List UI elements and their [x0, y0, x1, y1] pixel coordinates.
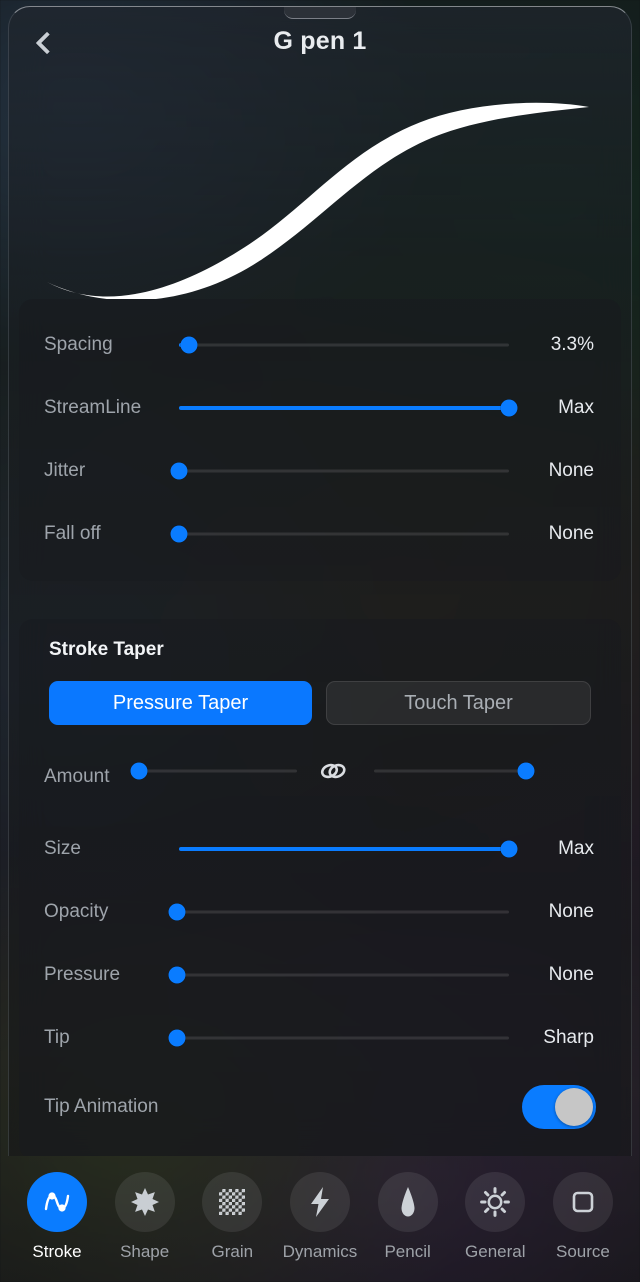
- sheet-notch: [284, 7, 356, 19]
- slider-track: [179, 532, 509, 535]
- burst-star-icon: [114, 1172, 175, 1232]
- jitter-slider[interactable]: [170, 460, 509, 482]
- tab-pressure-taper[interactable]: Pressure Taper: [49, 681, 312, 725]
- tab-source[interactable]: Source: [544, 1172, 622, 1262]
- slider-value: None: [548, 900, 594, 922]
- slider-track: [374, 769, 526, 773]
- size-slider[interactable]: [179, 838, 518, 860]
- amount-end-slider[interactable]: [374, 760, 535, 782]
- tab-label: Pencil: [384, 1242, 431, 1261]
- slider-value: Sharp: [543, 1026, 594, 1048]
- slider-label: Fall off: [44, 522, 101, 544]
- gear-icon: [465, 1172, 526, 1232]
- spacing-slider[interactable]: [179, 334, 509, 356]
- link-chain-icon[interactable]: [315, 757, 351, 785]
- slider-track: [139, 769, 297, 773]
- slider-row-size: Size Max: [19, 817, 621, 880]
- slider-row-spacing: Spacing 3.3%: [19, 313, 621, 376]
- slider-knob[interactable]: [130, 762, 148, 780]
- section-heading: Stroke Taper: [49, 639, 164, 660]
- tip-slider[interactable]: [168, 1027, 509, 1049]
- stroke-taper-card: Stroke Taper Pressure Taper Touch Taper …: [19, 619, 621, 1156]
- pressure-slider[interactable]: [168, 964, 509, 986]
- slider-track: [177, 973, 509, 976]
- taper-mode-segmented-control: Pressure Taper Touch Taper: [49, 681, 591, 725]
- slider-row-opacity: Opacity None: [19, 880, 621, 943]
- slider-label: Opacity: [44, 900, 109, 922]
- brush-settings-screen: G pen 1 Spacing 3.3% StreamLine Max Jitt…: [0, 0, 640, 1282]
- slider-label: Spacing: [44, 333, 113, 355]
- tab-stroke[interactable]: Stroke: [18, 1172, 96, 1262]
- tab-touch-taper[interactable]: Touch Taper: [326, 681, 591, 725]
- slider-knob[interactable]: [168, 966, 186, 983]
- slider-knob[interactable]: [500, 399, 518, 416]
- stroke-preview-svg: [47, 102, 589, 299]
- amount-start-slider[interactable]: [130, 760, 297, 782]
- slider-track: [179, 343, 509, 346]
- tab-pencil[interactable]: Pencil: [369, 1172, 447, 1262]
- slider-row-falloff: Fall off None: [19, 502, 621, 565]
- slider-value: Max: [558, 837, 594, 859]
- stroke-path: [47, 102, 589, 299]
- slider-label: Jitter: [44, 459, 86, 481]
- slider-value: None: [548, 963, 594, 985]
- slider-value: Max: [558, 396, 594, 418]
- slider-knob[interactable]: [517, 762, 535, 780]
- opacity-slider[interactable]: [168, 901, 509, 923]
- slider-track: [179, 469, 509, 472]
- tab-label: Source: [556, 1242, 610, 1261]
- slider-track: [177, 1036, 509, 1039]
- square-outline-icon: [552, 1172, 613, 1232]
- slider-knob[interactable]: [168, 1029, 186, 1046]
- tip-animation-toggle[interactable]: [522, 1085, 596, 1129]
- slider-row-streamline: StreamLine Max: [19, 376, 621, 439]
- slider-fill: [179, 846, 509, 851]
- slider-track: [177, 910, 509, 913]
- tip-animation-label: Tip Animation: [44, 1096, 159, 1117]
- falloff-slider[interactable]: [170, 523, 509, 545]
- tip-animation-row: Tip Animation: [19, 1069, 621, 1145]
- checkerboard-icon: [202, 1172, 263, 1232]
- toggle-thumb: [555, 1088, 593, 1126]
- slider-knob[interactable]: [168, 903, 186, 920]
- amount-label: Amount: [44, 765, 110, 787]
- slider-knob[interactable]: [500, 840, 518, 857]
- brush-stroke-preview: [9, 77, 631, 299]
- slider-row-jitter: Jitter None: [19, 439, 621, 502]
- tab-label: Grain: [211, 1242, 254, 1261]
- tab-label: Shape: [120, 1242, 170, 1261]
- slider-knob[interactable]: [170, 525, 188, 542]
- slider-value: 3.3%: [550, 333, 594, 355]
- tab-label: Stroke: [32, 1242, 82, 1261]
- slider-label: StreamLine: [44, 396, 142, 418]
- amount-dual-slider-row: Amount: [19, 725, 621, 817]
- stroke-wave-icon: [27, 1172, 87, 1232]
- tab-grain[interactable]: Grain: [193, 1172, 271, 1262]
- lightning-bolt-icon: [289, 1172, 350, 1232]
- pencil-tip-icon: [377, 1172, 438, 1232]
- slider-label: Size: [44, 837, 81, 859]
- slider-value: None: [548, 522, 594, 544]
- slider-fill: [179, 405, 509, 410]
- stroke-settings-card: Spacing 3.3% StreamLine Max Jitter None …: [19, 299, 621, 581]
- slider-row-pressure: Pressure None: [19, 943, 621, 1006]
- page-title: G pen 1: [273, 27, 367, 55]
- slider-knob[interactable]: [180, 336, 198, 353]
- tab-label: General: [465, 1242, 526, 1261]
- tab-dynamics[interactable]: Dynamics: [281, 1172, 359, 1262]
- slider-knob[interactable]: [170, 462, 188, 479]
- slider-value: None: [548, 459, 594, 481]
- tab-shape[interactable]: Shape: [106, 1172, 184, 1262]
- tab-label: Dynamics: [282, 1242, 358, 1261]
- bottom-tab-bar: Stroke Shape Grain Dynamics Pencil Gener…: [0, 1158, 640, 1282]
- brush-settings-sheet: G pen 1 Spacing 3.3% StreamLine Max Jitt…: [8, 6, 632, 1156]
- slider-label: Pressure: [44, 963, 121, 985]
- slider-label: Tip: [44, 1026, 70, 1048]
- streamline-slider[interactable]: [179, 397, 518, 419]
- tab-general[interactable]: General: [456, 1172, 534, 1262]
- slider-row-tip: Tip Sharp: [19, 1006, 621, 1069]
